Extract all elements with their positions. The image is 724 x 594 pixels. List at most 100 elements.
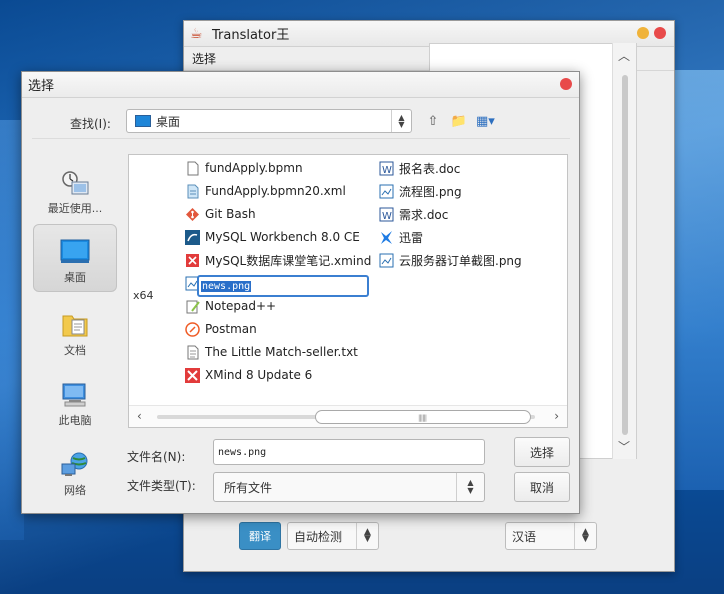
scroll-right-icon[interactable]: › [554, 409, 559, 423]
place-label: 网络 [64, 484, 86, 497]
horizontal-scrollbar[interactable]: ‹ |||||| › [129, 405, 567, 427]
rename-selected-text: news.png [201, 280, 252, 292]
file-item[interactable]: MySQL Workbench 8.0 CE [185, 227, 360, 247]
file-type-select[interactable]: 所有文件 ▲ ▼ [213, 472, 485, 502]
place-label: 此电脑 [58, 414, 92, 427]
svg-text:W: W [382, 165, 392, 176]
file-item[interactable]: W 报名表.doc [379, 158, 460, 178]
look-in-select[interactable]: 桌面 ▲ ▼ [126, 109, 412, 133]
file-item[interactable]: 迅雷 [379, 227, 423, 247]
target-language-select[interactable]: 汉语 ▲ ▼ [505, 522, 597, 550]
new-folder-icon[interactable]: 📁 [450, 114, 468, 130]
file-item[interactable]: Postman [185, 319, 257, 339]
file-item[interactable]: MySQL数据库课堂笔记.xmind [185, 250, 371, 270]
spinner-arrows-icon[interactable]: ▲ ▼ [456, 473, 484, 501]
file-name: 迅雷 [399, 230, 424, 245]
close-button[interactable] [654, 27, 666, 39]
look-in-value: 桌面 [156, 114, 181, 129]
computer-icon [60, 382, 90, 408]
partial-column-item[interactable]: x64 [133, 289, 154, 302]
look-in-label: 查找(I): [70, 117, 111, 131]
file-name: XMind 8 Update 6 [205, 368, 313, 382]
file-name: 报名表.doc [399, 161, 461, 176]
file-name: FundApply.bpmn20.xml [205, 184, 346, 198]
postman-icon [185, 321, 200, 337]
source-language-select[interactable]: 自动检测 ▲ ▼ [287, 522, 379, 550]
place-label: 桌面 [64, 271, 86, 284]
file-item[interactable]: Notepad++ [185, 296, 276, 316]
xmind-icon [185, 367, 200, 383]
file-item[interactable]: Git Bash [185, 204, 256, 224]
file-name-label: 文件名(N): [127, 450, 186, 464]
file-item[interactable]: W 需求.doc [379, 204, 448, 224]
spinner-arrows-icon[interactable]: ▲ ▼ [356, 523, 378, 549]
doc-icon: W [379, 207, 394, 222]
mysql-icon [185, 229, 200, 245]
cancel-button[interactable]: 取消 [514, 472, 570, 502]
select-button[interactable]: 选择 [514, 437, 570, 467]
place-documents[interactable]: 文档 [33, 296, 117, 364]
source-language-value: 自动检测 [294, 529, 343, 544]
place-desktop[interactable]: 桌面 [33, 224, 117, 292]
file-item[interactable]: FundApply.bpmn20.xml [185, 181, 346, 201]
spinner-arrows-icon[interactable]: ▲ ▼ [391, 110, 411, 132]
place-computer[interactable]: 此电脑 [33, 366, 117, 434]
separator [32, 138, 570, 139]
spinner-arrows-icon[interactable]: ▲ ▼ [574, 523, 596, 549]
thunder-icon [379, 230, 394, 245]
file-name: Git Bash [205, 207, 256, 221]
place-label: 文档 [64, 344, 86, 357]
file-chooser-dialog: 选择 查找(I): 桌面 ▲ ▼ ⇧ 📁 ▦▾ 最近使用... 桌面 文档 此电… [21, 71, 580, 514]
dialog-title: 选择 [28, 79, 55, 94]
file-item[interactable]: fundApply.bpmn [185, 158, 303, 178]
file-name: Notepad++ [205, 299, 277, 313]
file-name: 需求.doc [399, 207, 449, 222]
file-name: 云服务器订单截图.png [399, 253, 522, 268]
file-item[interactable]: XMind 8 Update 6 [185, 365, 312, 385]
text-file-icon [185, 345, 200, 360]
scroll-thumb[interactable] [622, 75, 628, 435]
dialog-close-button[interactable] [560, 78, 572, 90]
places-bar: 最近使用... 桌面 文档 此电脑 网络 [31, 154, 121, 504]
scroll-thumb[interactable]: |||||| [315, 410, 531, 424]
svg-text:W: W [382, 211, 392, 222]
file-item[interactable]: 流程图.png [379, 181, 462, 201]
menu-item-select[interactable]: 选择 [192, 50, 216, 67]
translate-button[interactable]: 翻译 [239, 522, 281, 550]
dialog-titlebar[interactable]: 选择 [22, 72, 579, 98]
place-network[interactable]: 网络 [33, 436, 117, 504]
image-icon [379, 184, 394, 199]
minimize-button[interactable] [637, 27, 649, 39]
target-language-value: 汉语 [512, 529, 537, 544]
network-icon [60, 452, 90, 478]
scroll-down-icon[interactable]: ﹀ [618, 438, 630, 455]
place-recent[interactable]: 最近使用... [33, 154, 117, 222]
coffee-cup-icon: ☕ [190, 25, 203, 42]
file-name: The Little Match-seller.txt [205, 345, 358, 359]
window-title: Translator王 [212, 28, 290, 43]
view-menu-icon[interactable]: ▦▾ [476, 114, 495, 130]
file-name: MySQL数据库课堂笔记.xmind [205, 253, 372, 268]
up-folder-icon[interactable]: ⇧ [424, 114, 442, 130]
notepad-icon [185, 299, 200, 314]
file-name-input[interactable]: news.png [213, 439, 485, 465]
file-name: fundApply.bpmn [205, 161, 303, 175]
grip-icon: |||||| [418, 414, 427, 422]
file-item[interactable]: The Little Match-seller.txt [185, 342, 358, 362]
file-icon [185, 161, 200, 176]
xml-file-icon [185, 184, 200, 199]
scroll-left-icon[interactable]: ‹ [137, 409, 142, 423]
desktop-icon [60, 239, 90, 265]
file-item[interactable]: 云服务器订单截图.png [379, 250, 522, 270]
rename-input[interactable]: news.png [197, 275, 369, 297]
scroll-up-icon[interactable]: ︿ [618, 47, 630, 64]
file-list[interactable]: x64 fundApply.bpmn FundApply.bpmn20.xml … [128, 154, 568, 428]
file-name: MySQL Workbench 8.0 CE [205, 230, 360, 244]
place-label: 最近使用... [47, 202, 103, 215]
file-type-label: 文件类型(T): [127, 479, 196, 493]
output-scrollbar[interactable]: ︿ ﹀ [612, 43, 636, 459]
documents-icon [60, 312, 90, 338]
look-in-row: 查找(I): 桌面 ▲ ▼ ⇧ 📁 ▦▾ [22, 106, 579, 136]
image-icon [379, 253, 394, 268]
file-name: 流程图.png [399, 184, 462, 199]
